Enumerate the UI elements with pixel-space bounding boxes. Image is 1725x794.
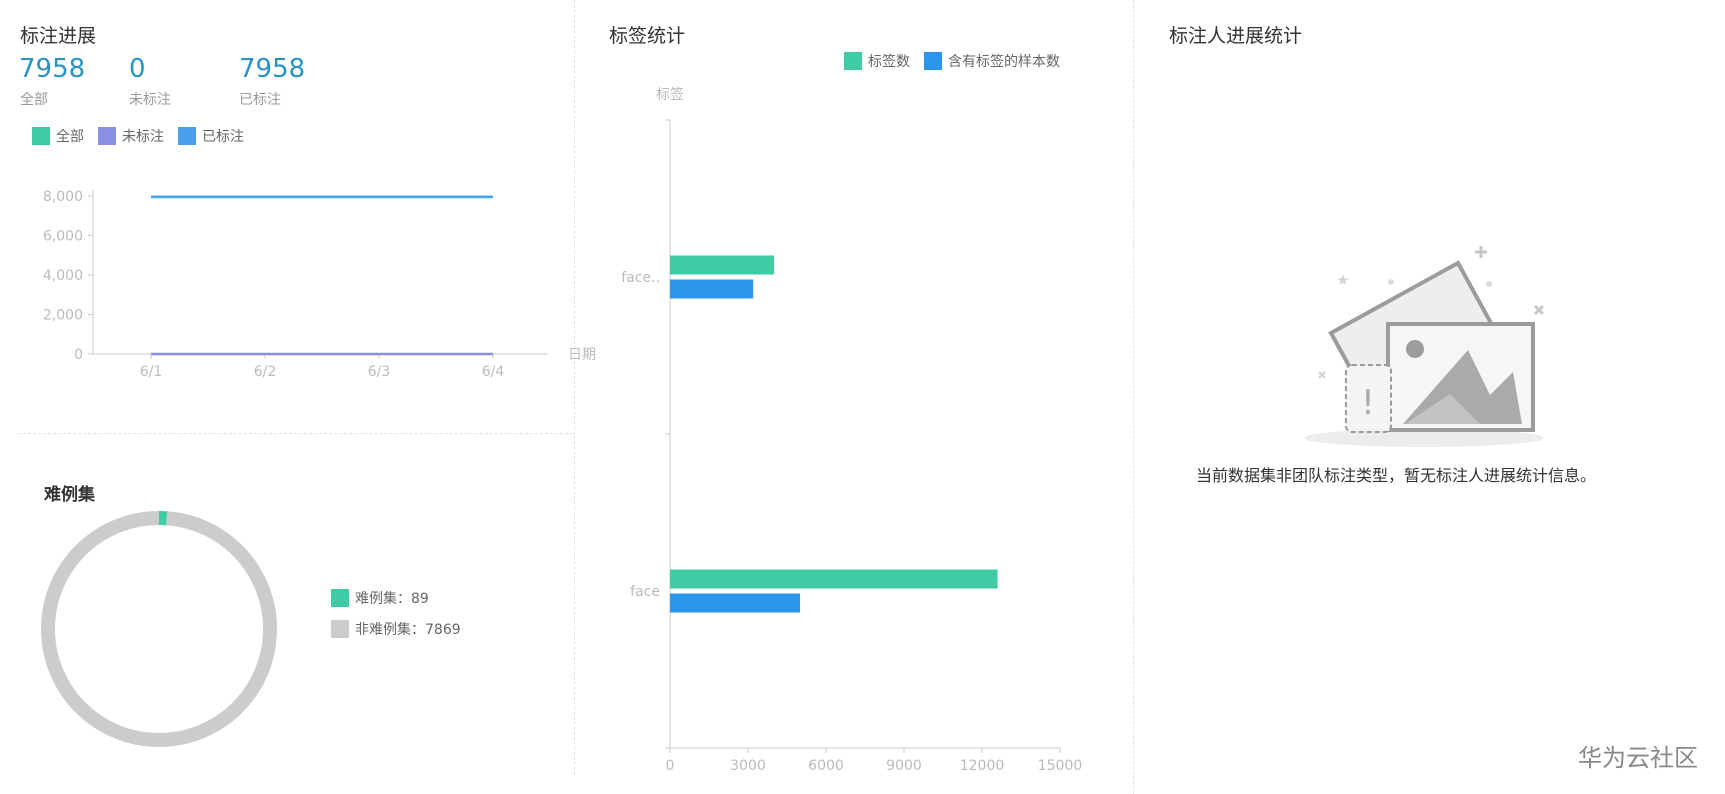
legend-label: 非难例集：7869 (355, 622, 461, 638)
legend-item-sample-count[interactable]: 含有标签的样本数 (924, 51, 1060, 71)
legend-label: 含有标签的样本数 (948, 54, 1060, 70)
label-stats-title: 标签统计 (609, 25, 686, 47)
hard-set-legend: 难例集：89 非难例集：7869 (331, 588, 461, 650)
stat-unlabeled-label: 未标注 (129, 92, 171, 108)
mountain-icon (1403, 350, 1522, 424)
hard-set-title: 难例集 (44, 485, 95, 505)
legend-swatch (98, 127, 116, 145)
cross-icon (1533, 304, 1545, 316)
legend-swatch (924, 52, 942, 70)
y-tick-label: 6,000 (43, 229, 83, 245)
mountain-icon (1405, 394, 1480, 424)
x-tick-label: 6/4 (482, 364, 505, 380)
legend-swatch (331, 620, 349, 638)
legend-item-unlabeled[interactable]: 未标注 (98, 126, 164, 146)
progress-title: 标注进展 (20, 25, 97, 47)
front-photo-frame (1386, 322, 1535, 432)
x-tick-label: 6/2 (254, 364, 277, 380)
dot-icon (1486, 281, 1492, 287)
y-tick-label: 2,000 (43, 308, 83, 324)
watermark: 华为云社区 (1578, 744, 1698, 772)
y-tick-label: 0 (74, 347, 83, 363)
stat-labeled-label: 已标注 (239, 92, 281, 108)
panel-divider-right (1133, 0, 1134, 794)
legend-swatch (844, 52, 862, 70)
legend-swatch (331, 589, 349, 607)
bar (670, 593, 800, 613)
x-tick-label: 12000 (960, 758, 1005, 774)
label-stats-legend: 标签数 含有标签的样本数 (844, 51, 1074, 71)
x-tick-label: 6/1 (140, 364, 163, 380)
hard-set-donut-chart (41, 511, 277, 747)
exclamation-icon: ! (1361, 383, 1375, 423)
legend-item-all[interactable]: 全部 (32, 126, 84, 146)
panel-divider-left (574, 0, 575, 775)
y-axis-label: 标签 (656, 86, 684, 103)
x-tick-label: 3000 (730, 758, 766, 774)
stat-unlabeled-value: 0 (129, 54, 146, 84)
legend-swatch (32, 127, 50, 145)
x-tick-label: 9000 (886, 758, 922, 774)
y-tick-label: face.. (621, 270, 660, 286)
y-tick-label: 4,000 (43, 268, 83, 284)
x-tick-label: 6000 (808, 758, 844, 774)
dot-icon (1388, 279, 1394, 285)
cross-icon (1318, 371, 1326, 379)
legend-label: 标签数 (868, 54, 910, 70)
legend-label: 已标注 (202, 129, 244, 145)
bar (670, 255, 774, 275)
annotator-title: 标注人进展统计 (1169, 25, 1303, 47)
legend-label: 未标注 (122, 129, 164, 145)
stat-total-value: 7958 (19, 54, 86, 84)
pie-slice (41, 511, 277, 747)
back-photo-frame (1328, 260, 1495, 398)
legend-label: 难例集：89 (355, 591, 429, 607)
bar (670, 569, 998, 589)
x-tick-label: 0 (666, 758, 675, 774)
plus-icon (1475, 246, 1487, 258)
stat-labeled-value: 7958 (239, 54, 306, 84)
legend-label: 全部 (56, 129, 84, 145)
legend-swatch (178, 127, 196, 145)
stat-total-label: 全部 (20, 92, 48, 108)
legend-item-non-hard[interactable]: 非难例集：7869 (331, 619, 461, 639)
empty-state-message: 当前数据集非团队标注类型，暂无标注人进展统计信息。 (1195, 466, 1596, 485)
progress-legend: 全部 未标注 已标注 (32, 126, 258, 146)
star-icon: ★ (1336, 271, 1349, 289)
illustration-shadow (1304, 429, 1544, 447)
progress-line-chart: 0 2,000 4,000 6,000 8,000 6/1 6/2 6/3 6/4 日期 (43, 189, 596, 380)
x-axis-label: 日期 (568, 347, 596, 363)
section-divider (18, 433, 573, 434)
legend-item-hard[interactable]: 难例集：89 (331, 588, 461, 608)
empty-state-illustration: ! ★ (1304, 246, 1545, 447)
sun-icon (1406, 340, 1424, 358)
x-tick-label: 15000 (1038, 758, 1083, 774)
label-bar-chart: 标签 0 3000 6000 9000 12000 15000 face.. face (621, 86, 1083, 774)
warning-card (1345, 364, 1392, 433)
legend-item-label-count[interactable]: 标签数 (844, 51, 910, 71)
x-tick-label: 6/3 (368, 364, 391, 380)
y-tick-label: 8,000 (43, 189, 83, 205)
bar (670, 279, 754, 299)
legend-item-labeled[interactable]: 已标注 (178, 126, 244, 146)
y-tick-label: face (630, 584, 660, 600)
